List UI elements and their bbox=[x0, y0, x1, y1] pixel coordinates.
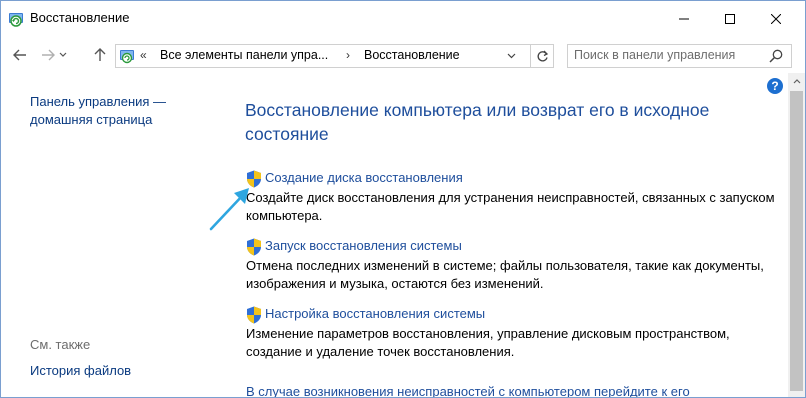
back-arrow-icon bbox=[13, 49, 26, 61]
recent-locations-button[interactable] bbox=[56, 45, 70, 65]
annotation-arrow-icon bbox=[209, 188, 249, 231]
vertical-scrollbar[interactable] bbox=[788, 73, 805, 397]
breadcrumb-separator[interactable]: › bbox=[346, 48, 350, 62]
address-dropdown-button[interactable] bbox=[504, 48, 518, 64]
minimize-button[interactable] bbox=[661, 1, 707, 37]
address-bar[interactable]: « Все элементы панели упра... › Восстано… bbox=[115, 44, 531, 68]
refresh-icon bbox=[537, 50, 548, 61]
close-icon bbox=[771, 14, 781, 24]
forward-arrow-icon bbox=[42, 49, 55, 61]
chevron-up-icon bbox=[793, 79, 800, 84]
page-heading: Восстановление компьютера или возврат ег… bbox=[245, 100, 710, 144]
task-start-system-restore: Запуск восстановления системы Отмена пос… bbox=[246, 237, 786, 293]
start-system-restore-link[interactable]: Запуск восстановления системы bbox=[265, 238, 462, 253]
uac-shield-icon bbox=[247, 306, 261, 324]
maximize-button[interactable] bbox=[707, 1, 753, 37]
breadcrumb-all-items[interactable]: Все элементы панели упра... bbox=[160, 48, 328, 62]
see-also-label: См. также bbox=[30, 337, 91, 352]
control-panel-home-link[interactable]: Панель управления — домашняя страница bbox=[30, 93, 210, 129]
scroll-up-button[interactable] bbox=[788, 73, 805, 90]
troubleshooting-link[interactable]: В случае возникновения неисправностей с … bbox=[246, 384, 690, 397]
recovery-icon bbox=[9, 13, 23, 27]
task-description: Отмена последних изменений в системе; фа… bbox=[246, 258, 764, 291]
create-recovery-drive-link[interactable]: Создание диска восстановления bbox=[265, 170, 463, 185]
chevron-down-icon bbox=[59, 52, 67, 57]
up-arrow-icon bbox=[94, 48, 106, 61]
up-button[interactable] bbox=[90, 45, 110, 65]
close-button[interactable] bbox=[753, 1, 799, 37]
recovery-window: Восстановление « Все элементы панели упр… bbox=[0, 0, 806, 398]
breadcrumb-recovery[interactable]: Восстановление bbox=[364, 48, 460, 62]
search-input[interactable] bbox=[574, 47, 764, 63]
maximize-icon bbox=[725, 14, 735, 24]
breadcrumb-overflow[interactable]: « bbox=[140, 48, 147, 62]
task-description: Создайте диск восстановления для устране… bbox=[246, 190, 775, 223]
task-create-recovery-drive: Создание диска восстановления Создайте д… bbox=[246, 169, 786, 225]
help-icon[interactable]: ? bbox=[767, 78, 783, 94]
search-icon[interactable] bbox=[768, 48, 784, 64]
window-title: Восстановление bbox=[30, 10, 130, 25]
title-bar: Восстановление bbox=[1, 1, 805, 37]
task-configure-system-restore: Настройка восстановления системы Изменен… bbox=[246, 305, 786, 361]
task-description: Изменение параметров восстановления, упр… bbox=[246, 326, 730, 359]
minimize-icon bbox=[679, 18, 689, 20]
scroll-thumb[interactable] bbox=[790, 91, 803, 391]
back-button[interactable] bbox=[10, 45, 30, 65]
chevron-down-icon bbox=[507, 53, 515, 59]
forward-button[interactable] bbox=[38, 45, 58, 65]
search-box[interactable] bbox=[567, 44, 792, 68]
refresh-button[interactable] bbox=[530, 44, 554, 68]
uac-shield-icon bbox=[247, 238, 261, 256]
file-history-link[interactable]: История файлов bbox=[30, 362, 131, 380]
configure-system-restore-link[interactable]: Настройка восстановления системы bbox=[265, 306, 485, 321]
control-panel-icon bbox=[120, 50, 134, 64]
